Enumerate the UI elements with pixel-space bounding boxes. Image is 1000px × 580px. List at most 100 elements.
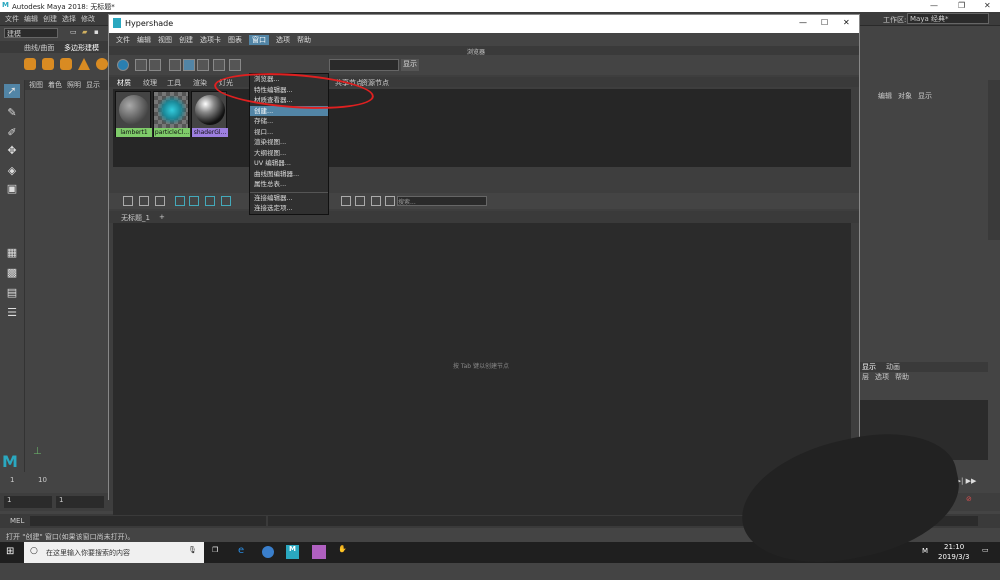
channel-menu-edit[interactable]: 编辑 — [878, 91, 892, 101]
torus-icon[interactable] — [96, 58, 108, 70]
outliner-icon[interactable]: ☰ — [4, 306, 20, 320]
rotate-tool-icon[interactable]: ◈ — [4, 164, 20, 178]
menu-select[interactable]: 选择 — [62, 14, 76, 24]
layout-single-icon[interactable]: ▦ — [4, 246, 20, 260]
windows-start-icon[interactable]: ⊞ — [6, 546, 14, 557]
menu-item-graph-editor[interactable]: 曲线图编辑器... — [250, 169, 328, 180]
menu-item-render-view[interactable]: 渲染视图... — [250, 137, 328, 148]
close-icon[interactable]: ✕ — [984, 1, 991, 10]
vp-menu-view[interactable]: 视图 — [29, 80, 43, 90]
channel-menu-object[interactable]: 对象 — [898, 91, 912, 101]
menu-item-connection-editor[interactable]: 连接编辑器... — [250, 193, 328, 204]
graph-clear-icon[interactable] — [205, 196, 215, 206]
shelf-tab-polygon[interactable]: 多边形建模 — [64, 43, 99, 53]
sort-icon[interactable] — [229, 59, 241, 71]
select-tool-icon[interactable]: ➚ — [4, 84, 20, 98]
tab-anim[interactable]: 动画 — [886, 362, 900, 372]
tab-rendering[interactable]: 渲染 — [193, 78, 207, 88]
paint-tool-icon[interactable]: ✐ — [4, 126, 20, 140]
graph-input-icon[interactable] — [123, 196, 133, 206]
microphone-icon[interactable]: 🎙 — [188, 546, 197, 554]
menu-item-outliner[interactable]: 大纲视图... — [250, 148, 328, 159]
taskbar-search[interactable]: ○ 在这里输入你要搜索的内容 🎙 — [24, 542, 204, 563]
layout-four-icon[interactable]: ▩ — [4, 266, 20, 280]
large-icon[interactable] — [197, 59, 209, 71]
graph-layout-icon[interactable] — [189, 196, 199, 206]
hs-minimize-icon[interactable]: — — [799, 18, 807, 27]
mel-input[interactable] — [30, 516, 266, 526]
menu-item-uv-editor[interactable]: UV 编辑器... — [250, 158, 328, 169]
material-swatch[interactable]: shaderGl... — [191, 91, 228, 137]
hs-menu-create[interactable]: 创建 — [179, 35, 193, 45]
move-tool-icon[interactable]: ✥ — [4, 144, 20, 158]
menu-file[interactable]: 文件 — [5, 14, 19, 24]
material-swatch[interactable]: lambert1 — [115, 91, 152, 137]
maya-taskbar-icon[interactable]: M — [286, 545, 299, 559]
graph-tab-untitled[interactable]: 无标题_1 — [121, 213, 150, 223]
hs-menu-help[interactable]: 帮助 — [297, 35, 311, 45]
node-editor-canvas[interactable]: 按 Tab 键以创建节点 — [113, 223, 851, 515]
side-tabs[interactable] — [988, 80, 1000, 240]
graph-output-icon[interactable] — [139, 196, 149, 206]
grid-view-icon[interactable] — [135, 59, 147, 71]
hs-menu-edit[interactable]: 编辑 — [137, 35, 151, 45]
maximize-icon[interactable]: ❐ — [958, 1, 965, 10]
layer-menu-layers[interactable]: 层 — [862, 372, 869, 382]
vp-menu-show[interactable]: 显示 — [86, 80, 100, 90]
list-view-icon[interactable] — [149, 59, 161, 71]
vp-menu-shading[interactable]: 着色 — [48, 80, 62, 90]
hs-menu-view[interactable]: 视图 — [158, 35, 172, 45]
minimize-icon[interactable]: — — [930, 1, 938, 10]
menu-item-connect-selected[interactable]: 连接选定项... — [250, 203, 328, 214]
hs-maximize-icon[interactable]: ☐ — [821, 18, 828, 27]
open-scene-icon[interactable]: ▰ — [82, 28, 87, 36]
ime-indicator[interactable]: M — [922, 547, 928, 555]
zoom-icon[interactable] — [371, 196, 381, 206]
graph-both-icon[interactable] — [155, 196, 165, 206]
tab-display[interactable]: 显示 — [862, 362, 876, 372]
workspace-select[interactable]: Maya 经典* — [907, 13, 989, 24]
grid-icon[interactable] — [341, 196, 351, 206]
edge-icon[interactable]: e — [238, 545, 244, 556]
graph-frame-icon[interactable] — [175, 196, 185, 206]
vp-menu-lighting[interactable]: 照明 — [67, 80, 81, 90]
menu-item-storage[interactable]: 存储... — [250, 116, 328, 127]
browser-icon[interactable] — [262, 546, 274, 558]
small-icon[interactable] — [169, 59, 181, 71]
cone-icon[interactable] — [78, 58, 90, 70]
globe-icon[interactable] — [117, 59, 129, 71]
mode-select[interactable]: 建模 — [4, 28, 58, 38]
display-button[interactable]: 显示 — [401, 59, 419, 71]
app-icon[interactable]: ✋ — [338, 545, 347, 553]
node-search-input[interactable]: 搜索... — [397, 196, 487, 206]
menu-item-viewport[interactable]: 视口... — [250, 127, 328, 138]
tab-asset-nodes[interactable]: 资源节点 — [361, 78, 389, 88]
photos-icon[interactable] — [312, 545, 326, 559]
save-scene-icon[interactable]: ▪ — [94, 28, 99, 36]
layer-menu-options[interactable]: 选项 — [875, 372, 889, 382]
new-scene-icon[interactable]: ▭ — [70, 28, 77, 36]
xlarge-icon[interactable] — [213, 59, 225, 71]
tab-materials[interactable]: 材质 — [117, 78, 131, 88]
clock-date[interactable]: 2019/3/3 — [938, 553, 969, 561]
graph-rearrange-icon[interactable] — [221, 196, 231, 206]
sphere-icon[interactable] — [24, 58, 36, 70]
tab-textures[interactable]: 纹理 — [143, 78, 157, 88]
add-tab-button[interactable]: + — [159, 213, 165, 221]
menu-modify[interactable]: 修改 — [81, 14, 95, 24]
notification-icon[interactable]: ▭ — [982, 546, 989, 554]
material-swatch[interactable]: particleCl... — [153, 91, 190, 137]
menu-edit[interactable]: 编辑 — [24, 14, 38, 24]
task-view-icon[interactable]: ❐ — [212, 546, 218, 554]
clock-time[interactable]: 21:10 — [944, 543, 964, 551]
medium-icon[interactable] — [183, 59, 195, 71]
hs-menu-options[interactable]: 选项 — [276, 35, 290, 45]
cube-icon[interactable] — [42, 58, 54, 70]
scale-tool-icon[interactable]: ▣ — [4, 182, 20, 196]
start-frame-field[interactable]: 1 — [4, 496, 52, 508]
hs-close-icon[interactable]: ✕ — [843, 18, 850, 27]
hs-menu-graph[interactable]: 图表 — [228, 35, 242, 45]
hs-menu-window[interactable]: 窗口 — [249, 34, 269, 45]
layer-menu-help[interactable]: 帮助 — [895, 372, 909, 382]
layout-two-icon[interactable]: ▤ — [4, 286, 20, 300]
